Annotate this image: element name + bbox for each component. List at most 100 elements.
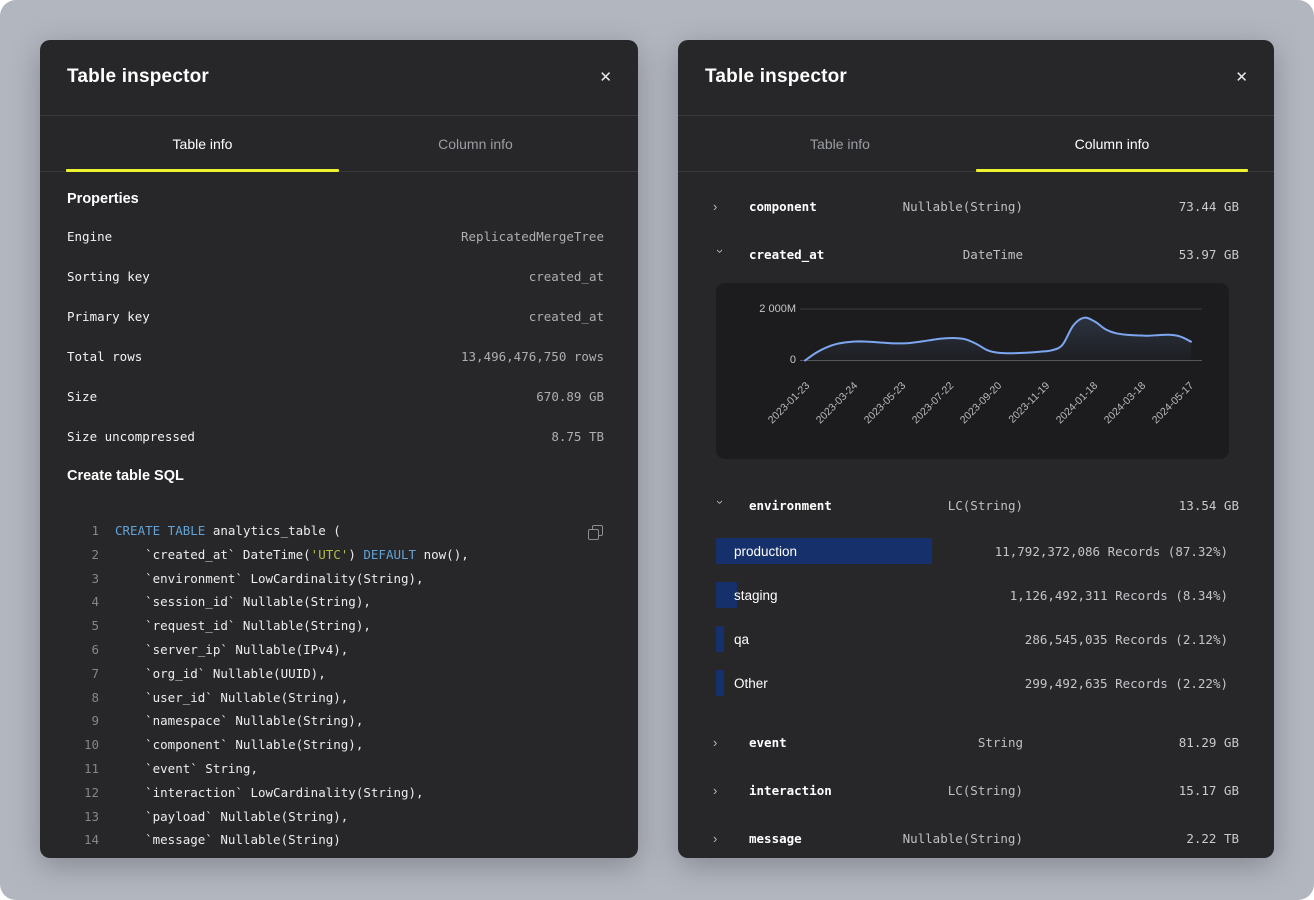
sql-text: `namespace` Nullable(String), (115, 713, 363, 728)
sql-text: `session_id` Nullable(String), (115, 594, 371, 609)
column-size: 2.22 TB (1023, 831, 1239, 846)
chevron-down-icon[interactable]: › (714, 500, 727, 524)
column-size: 81.29 GB (1023, 735, 1239, 750)
code-text: CREATE TABLE analytics_table ( (115, 519, 341, 543)
sql-text: ) (348, 547, 363, 562)
column-name: event (737, 735, 853, 750)
chevron-right-icon[interactable]: › (713, 832, 737, 845)
code-text: `session_id` Nullable(String), (115, 590, 371, 614)
properties-list: EngineReplicatedMergeTreeSorting keycrea… (67, 212, 604, 456)
value-distribution: production11,792,372,086 Records (87.32%… (713, 529, 1239, 705)
property-label: Sorting key (67, 269, 150, 284)
column-type: Nullable(String) (853, 199, 1023, 214)
column-type: LC(String) (853, 783, 1023, 798)
line-number: 1 (67, 519, 99, 543)
value-row-production: production11,792,372,086 Records (87.32%… (713, 529, 1239, 573)
close-icon: ✕ (1235, 69, 1248, 86)
code-text: `environment` LowCardinality(String), (115, 567, 424, 591)
value-bar (716, 670, 724, 696)
column-row-message[interactable]: ›messageNullable(String)2.22 TB (713, 814, 1239, 858)
properties-heading: Properties (67, 172, 604, 212)
sql-code-lines: 1 CREATE TABLE analytics_table (2 `create… (67, 519, 604, 858)
property-value: 670.89 GB (536, 389, 604, 404)
property-value: 8.75 TB (551, 429, 604, 444)
close-button[interactable]: ✕ (1231, 66, 1252, 89)
close-button[interactable]: ✕ (595, 66, 616, 89)
chevron-right-icon[interactable]: › (713, 200, 737, 213)
code-text: ) ENGINE = ReplicatedMergeTree('/clickho… (115, 852, 638, 858)
line-number: 10 (67, 733, 99, 757)
modal-title: Table inspector (67, 66, 209, 88)
tab-column-info[interactable]: Column info (339, 116, 612, 171)
column-row-environment[interactable]: ›environmentLC(String)13.54 GB (713, 481, 1239, 529)
line-number: 14 (67, 828, 99, 852)
sql-keyword: ENGINE (130, 856, 175, 858)
line-chart (716, 283, 1228, 459)
sql-text: now(), (416, 547, 469, 562)
property-row: Size uncompressed 8.75 TB (67, 416, 604, 456)
copy-button[interactable] (584, 522, 604, 542)
table-inspector-modal-column-info: Table inspector ✕ Table infoColumn info … (678, 40, 1274, 858)
code-line: 15) ENGINE = ReplicatedMergeTree('/click… (67, 852, 604, 858)
line-number: 9 (67, 709, 99, 733)
property-row: Total rows13,496,476,750 rows (67, 336, 604, 376)
code-line: 8 `user_id` Nullable(String), (67, 686, 604, 710)
property-label: Size (67, 389, 97, 404)
column-type: DateTime (853, 247, 1023, 262)
chevron-right-icon[interactable]: › (713, 784, 737, 797)
sql-text: = ReplicatedMergeTree( (175, 856, 348, 858)
property-label: Total rows (67, 349, 142, 364)
code-line: 1 CREATE TABLE analytics_table ( (67, 519, 604, 543)
tab-table-info[interactable]: Table info (66, 116, 339, 171)
code-text: `created_at` DateTime('UTC') DEFAULT now… (115, 543, 469, 567)
sql-text: `user_id` Nullable(String), (115, 690, 348, 705)
chevron-down-icon[interactable]: › (714, 249, 727, 273)
create-table-sql-heading: Create table SQL (67, 462, 604, 490)
column-row-event[interactable]: ›eventString81.29 GB (713, 718, 1239, 766)
modal-title: Table inspector (705, 66, 847, 88)
column-size: 13.54 GB (1023, 498, 1239, 513)
column-row-created_at[interactable]: ›created_atDateTime53.97 GB (713, 230, 1239, 278)
value-records: 286,545,035 Records (2.12%) (1025, 632, 1228, 647)
sql-keyword: CREATE TABLE (115, 523, 213, 538)
table-info-content: Properties EngineReplicatedMergeTree Sort… (40, 172, 638, 858)
sql-string: 'UTC' (311, 547, 349, 562)
sql-text: `payload` Nullable(String), (115, 809, 348, 824)
property-row: Size 670.89 GB (67, 376, 604, 416)
column-row-interaction[interactable]: ›interactionLC(String)15.17 GB (713, 766, 1239, 814)
sql-text: ) (115, 856, 130, 858)
column-size: 15.17 GB (1023, 783, 1239, 798)
tab-bar: Table info Column info (40, 116, 638, 172)
code-text: `namespace` Nullable(String), (115, 709, 363, 733)
tab-table-info[interactable]: Table info (704, 116, 976, 171)
column-name: created_at (737, 247, 853, 262)
sql-text: `server_ip` Nullable(IPv4), (115, 642, 348, 657)
value-row-staging: staging1,126,492,311 Records (8.34%) (713, 573, 1239, 617)
line-number: 12 (67, 781, 99, 805)
column-name: interaction (737, 783, 853, 798)
property-row: EngineReplicatedMergeTree (67, 216, 604, 256)
sql-keyword: DEFAULT (363, 547, 416, 562)
close-icon: ✕ (599, 69, 612, 86)
tab-column-info[interactable]: Column info (976, 116, 1248, 171)
property-label: Primary key (67, 309, 150, 324)
tab-bar: Table infoColumn info (678, 116, 1274, 172)
tab-label: Column info (438, 136, 513, 152)
sql-text: `message` Nullable(String) (115, 832, 341, 847)
property-label: Size uncompressed (67, 429, 195, 444)
column-name: message (737, 831, 853, 846)
modal-header: Table inspector ✕ (678, 40, 1274, 116)
code-text: `request_id` Nullable(String), (115, 614, 371, 638)
code-line: 2 `created_at` DateTime('UTC') DEFAULT n… (67, 543, 604, 567)
value-label: qa (734, 632, 749, 647)
value-records: 299,492,635 Records (2.22%) (1025, 676, 1228, 691)
code-text: `user_id` Nullable(String), (115, 686, 348, 710)
line-number: 3 (67, 567, 99, 591)
sql-code-block: 1 CREATE TABLE analytics_table (2 `create… (67, 498, 604, 858)
sql-text: `request_id` Nullable(String), (115, 618, 371, 633)
value-records: 11,792,372,086 Records (87.32%) (995, 544, 1228, 559)
chevron-right-icon[interactable]: › (713, 736, 737, 749)
code-line: 5 `request_id` Nullable(String), (67, 614, 604, 638)
code-line: 13 `payload` Nullable(String), (67, 805, 604, 829)
column-row-component[interactable]: ›componentNullable(String)73.44 GB (713, 182, 1239, 230)
